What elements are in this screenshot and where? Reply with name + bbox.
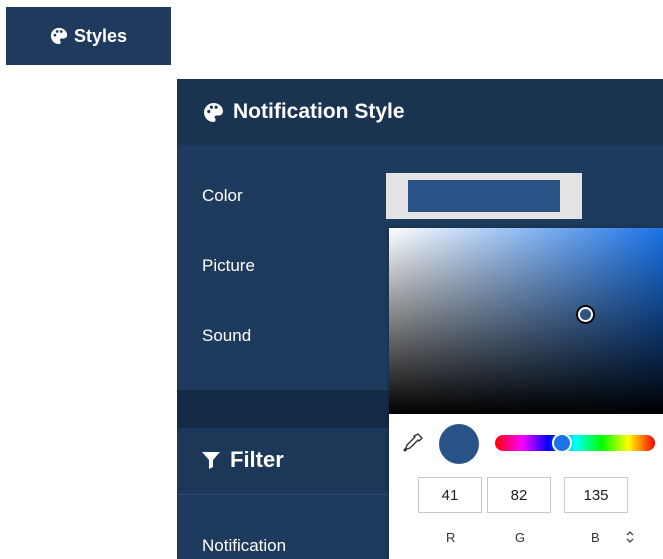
- red-input[interactable]: 41: [418, 477, 482, 513]
- color-swatch-button[interactable]: [386, 173, 582, 219]
- panel-title: Notification Style: [233, 100, 405, 123]
- updown-icon[interactable]: [624, 529, 636, 545]
- saturation-value-handle[interactable]: [578, 307, 593, 322]
- filter-title: Filter: [230, 447, 284, 472]
- styles-tab-label: Styles: [73, 25, 128, 46]
- eyedropper-icon[interactable]: [402, 432, 424, 454]
- saturation-value-area[interactable]: [389, 228, 663, 414]
- blue-label: B: [591, 530, 600, 545]
- styles-tab[interactable]: Styles: [6, 7, 171, 65]
- color-picker-popup: 41 82 135 R G B: [389, 228, 663, 559]
- hue-slider[interactable]: [495, 433, 655, 453]
- picture-label: Picture: [202, 256, 255, 275]
- sound-label: Sound: [202, 326, 252, 345]
- green-label: G: [515, 530, 526, 545]
- red-label: R: [446, 530, 456, 545]
- palette-icon: [50, 27, 68, 45]
- blue-input[interactable]: 135: [564, 477, 628, 513]
- palette-icon: [203, 102, 224, 123]
- panel-header: Notification Style: [177, 79, 663, 145]
- color-preview: [439, 424, 479, 464]
- color-swatch-fill: [408, 180, 560, 212]
- color-label: Color: [202, 186, 243, 205]
- green-input[interactable]: 82: [487, 477, 551, 513]
- notification-label: Notification: [202, 536, 287, 555]
- hue-slider-handle[interactable]: [552, 433, 572, 453]
- funnel-icon: [201, 450, 221, 470]
